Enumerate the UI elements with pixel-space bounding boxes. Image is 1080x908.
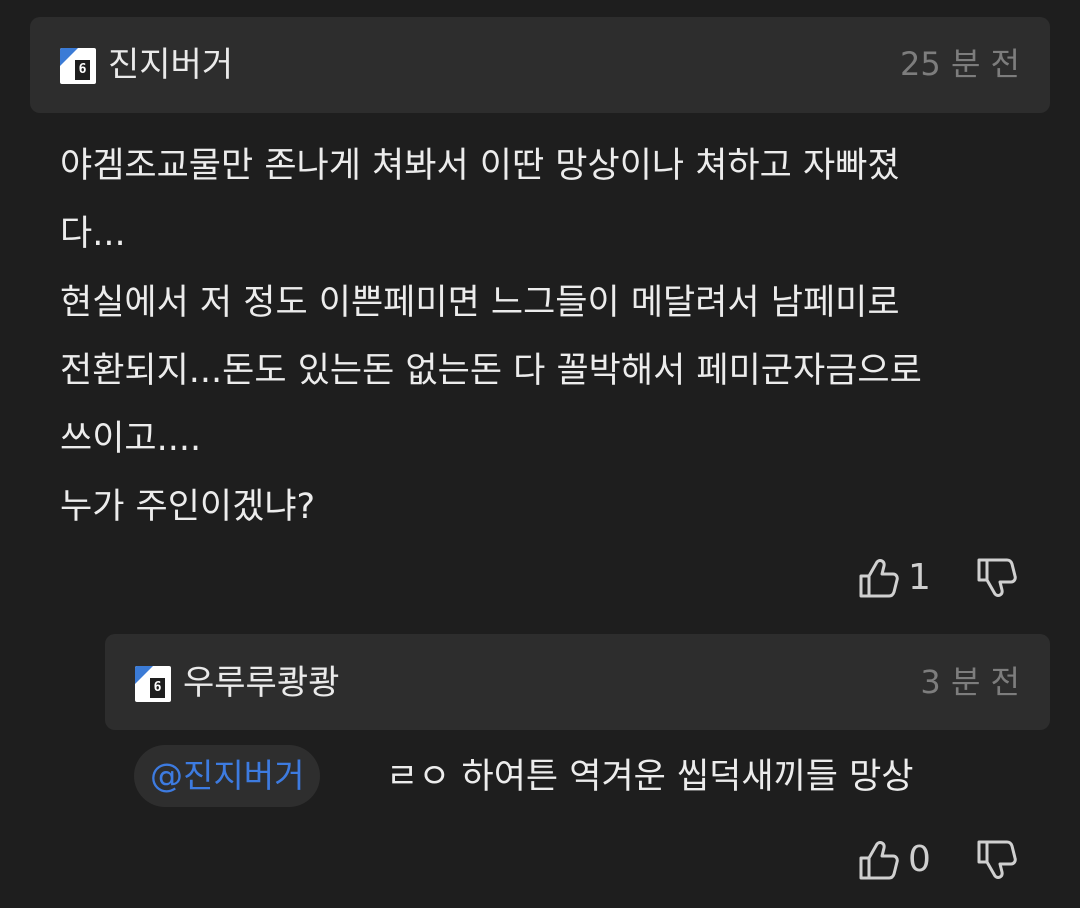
comment-header: 6 진지버거 25 분 전 [30, 17, 1050, 113]
reply-text: ㄹㅇ 하여튼 역겨운 씹덕새끼들 망상 [386, 757, 914, 797]
comment-username[interactable]: 진지버거 [108, 45, 233, 85]
comment-like-count: 1 [908, 557, 931, 598]
comment-timestamp: 25 분 전 [900, 45, 1020, 83]
comment-like-button[interactable]: 1 [858, 556, 931, 600]
comment-line: 다... [60, 214, 126, 255]
thumbs-down-icon [976, 556, 1020, 600]
comment-body: 야겜조교물만 존나게 쳐봐서 이딴 망상이나 쳐하고 자빠졌 다... 현실에서… [60, 132, 1050, 542]
comment-line: 현실에서 저 정도 이쁜페미면 느그들이 메달려서 남페미로 [60, 282, 900, 323]
comment-line: 전환되지...돈도 있는돈 없는돈 다 꼴박해서 페미군자금으로 [60, 350, 922, 391]
level-badge-icon: 6 [135, 666, 171, 702]
comment-line: 쓰이고.... [60, 419, 202, 460]
thumbs-up-icon [858, 838, 902, 882]
mention-tag[interactable]: @진지버거 [134, 745, 321, 807]
reply-like-button[interactable]: 0 [858, 838, 931, 882]
thumbs-down-icon [976, 838, 1020, 882]
thumbs-up-icon [858, 556, 902, 600]
reply-username[interactable]: 우루루쾅쾅 [183, 663, 339, 703]
reply-dislike-button[interactable] [976, 838, 1020, 882]
comment-dislike-button[interactable] [976, 556, 1020, 600]
comment-line: 야겜조교물만 존나게 쳐봐서 이딴 망상이나 쳐하고 자빠졌 [60, 146, 900, 186]
reply-header: 6 우루루쾅쾅 3 분 전 [105, 634, 1050, 730]
reply-like-count: 0 [908, 839, 931, 880]
level-badge-icon: 6 [60, 48, 96, 84]
reply-timestamp: 3 분 전 [920, 663, 1020, 701]
comment-line: 누가 주인이겠냐? [60, 487, 316, 528]
